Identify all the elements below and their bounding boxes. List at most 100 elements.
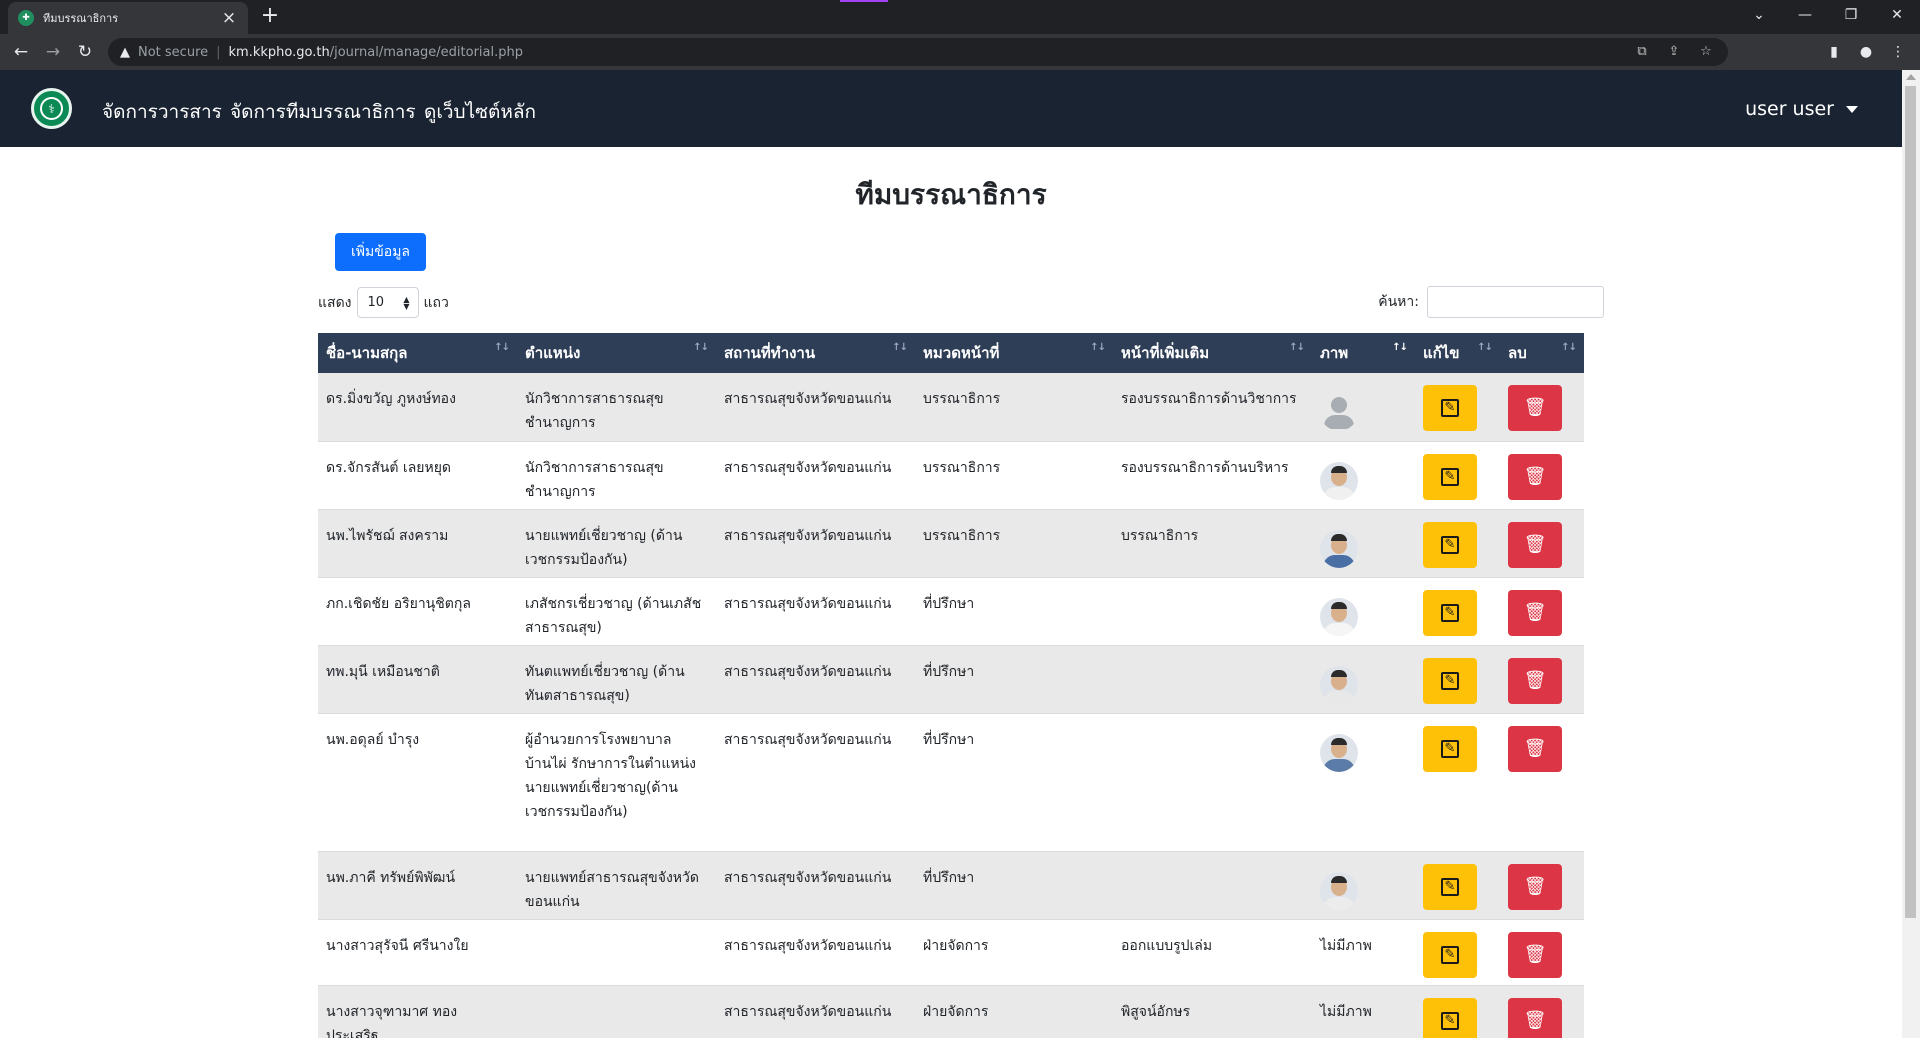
cell-workplace: สาธารณสุขจังหวัดขอนแก่น — [716, 373, 915, 442]
edit-button[interactable]: ✎ — [1423, 385, 1477, 431]
user-name: user user — [1745, 98, 1834, 120]
col-header-category[interactable]: หมวดหน้าที่ ↑↓ — [915, 333, 1113, 373]
edit-button[interactable]: ✎ — [1423, 589, 1477, 636]
add-data-button[interactable]: เพิ่มข้อมูล — [335, 233, 426, 271]
tab-close-icon[interactable]: × — [220, 9, 238, 27]
cell-category: บรรณาธิการ — [915, 441, 1113, 510]
cell-category: ฝ่ายจัดการ — [915, 919, 1113, 986]
edit-button[interactable]: ✎ — [1423, 453, 1477, 500]
sort-asc-icon: ↑↓ — [1392, 342, 1408, 353]
cell-workplace: สาธารณสุขจังหวัดขอนแก่น — [716, 985, 915, 1038]
cell-category: บรรณาธิการ — [915, 373, 1113, 442]
page-length-select[interactable]: 10 ▲ ▼ — [356, 287, 419, 318]
cell-extra: บรรณาธิการ — [1113, 509, 1312, 578]
cell-name: ดร.จักรสันต์ เลยหยุด — [318, 441, 517, 510]
user-dropdown[interactable]: user user — [1745, 98, 1858, 120]
edit-icon: ✎ — [1441, 467, 1459, 486]
cell-delete: 🗑 — [1500, 985, 1584, 1038]
edit-button[interactable]: ✎ — [1423, 863, 1477, 910]
cell-position: นายแพทย์สาธารณสุขจังหวัดขอนแก่น — [517, 851, 716, 920]
edit-button[interactable]: ✎ — [1423, 521, 1477, 568]
url-host: km.kkpho.go.th — [228, 44, 330, 60]
delete-button[interactable]: 🗑 — [1508, 453, 1562, 500]
menu-icon[interactable]: ⋮ — [1888, 42, 1908, 62]
col-header-image[interactable]: ภาพ ↑↓ — [1312, 333, 1415, 373]
delete-button[interactable]: 🗑 — [1508, 931, 1562, 978]
cell-category: บรรณาธิการ — [915, 509, 1113, 578]
edit-button[interactable]: ✎ — [1423, 657, 1477, 704]
nav-link-manage-journal[interactable]: จัดการวารสาร — [102, 97, 222, 127]
cell-workplace: สาธารณสุขจังหวัดขอนแก่น — [716, 577, 915, 646]
cell-name: ทพ.มุนี เหมือนชาติ — [318, 645, 517, 714]
trash-icon: 🗑 — [1523, 397, 1547, 418]
delete-button[interactable]: 🗑 — [1508, 863, 1562, 910]
delete-button[interactable]: 🗑 — [1508, 997, 1562, 1038]
translate-icon[interactable]: ⧉ — [1634, 44, 1650, 60]
cell-workplace: สาธารณสุขจังหวัดขอนแก่น — [716, 645, 915, 714]
delete-button[interactable]: 🗑 — [1508, 589, 1562, 636]
reload-icon[interactable]: ↻ — [72, 39, 98, 65]
page-title: ทีมบรรณาธิการ — [855, 178, 1047, 211]
page-length-control: แสดง 10 ▲ ▼ แถว — [318, 287, 449, 318]
col-header-extra[interactable]: หน้าที่เพิ่มเติม ↑↓ — [1113, 333, 1312, 373]
site-logo[interactable]: ⚕ — [31, 88, 72, 129]
search-label: ค้นหา: — [1378, 294, 1419, 310]
sidepanel-icon[interactable]: ▮ — [1824, 42, 1844, 62]
select-arrows-icon: ▲ ▼ — [403, 294, 410, 311]
edit-button[interactable]: ✎ — [1423, 931, 1477, 978]
cell-image: ไม่มีภาพ — [1312, 985, 1415, 1038]
col-header-position[interactable]: ตำแหน่ง ↑↓ — [517, 333, 716, 373]
avatar-photo — [1320, 529, 1358, 568]
nav-link-main-site[interactable]: ดูเว็บไซต์หลัก — [424, 97, 536, 127]
sort-icon: ↑↓ — [494, 342, 510, 353]
restore-icon[interactable]: ❐ — [1828, 0, 1874, 30]
cell-delete: 🗑 — [1500, 919, 1584, 986]
share-icon[interactable]: ⇪ — [1666, 44, 1682, 60]
cell-delete: 🗑 — [1500, 441, 1584, 510]
cell-category: ที่ปรึกษา — [915, 851, 1113, 920]
cell-image — [1312, 713, 1415, 852]
cell-position — [517, 919, 716, 986]
warning-icon[interactable]: ▲ — [120, 45, 130, 60]
delete-button[interactable]: 🗑 — [1508, 725, 1562, 772]
star-icon[interactable]: ☆ — [1698, 44, 1714, 60]
trash-icon: 🗑 — [1523, 533, 1547, 555]
new-tab-icon[interactable]: + — [258, 5, 282, 29]
scroll-up-icon[interactable] — [1906, 74, 1916, 80]
url-bar[interactable]: ▲ Not secure | km.kkpho.go.th /journal/m… — [108, 38, 1728, 66]
profile-icon[interactable]: ● — [1856, 42, 1876, 62]
avatar-photo — [1320, 665, 1358, 704]
scrollbar-thumb[interactable] — [1905, 86, 1916, 918]
search-input[interactable] — [1427, 286, 1604, 318]
forward-icon[interactable]: → — [40, 39, 66, 65]
minimize-icon[interactable]: — — [1782, 0, 1828, 30]
not-secure-label[interactable]: Not secure — [138, 45, 208, 60]
edit-button[interactable]: ✎ — [1423, 997, 1477, 1038]
close-window-icon[interactable]: ✕ — [1874, 0, 1920, 30]
nav-link-manage-editorial[interactable]: จัดการทีมบรรณาธิการ — [230, 97, 416, 127]
delete-button[interactable]: 🗑 — [1508, 385, 1562, 431]
col-header-name[interactable]: ชื่อ-นามสกุล ↑↓ — [318, 333, 517, 373]
delete-button[interactable]: 🗑 — [1508, 657, 1562, 704]
col-header-label: หมวดหน้าที่ — [923, 344, 1000, 362]
tab-search-icon[interactable]: ⌄ — [1736, 0, 1782, 30]
col-header-label: หน้าที่เพิ่มเติม — [1121, 344, 1210, 362]
cell-image — [1312, 373, 1415, 442]
delete-button[interactable]: 🗑 — [1508, 521, 1562, 568]
cell-name: นางสาวสุรัจนี ศรีนางใย — [318, 919, 517, 986]
back-icon[interactable]: ← — [8, 39, 34, 65]
favicon-icon: ✚ — [18, 10, 34, 26]
edit-icon: ✎ — [1441, 1011, 1459, 1030]
col-header-delete[interactable]: ลบ ↑↓ — [1500, 333, 1584, 373]
cell-name: นางสาวจุฑามาศ ทองประเสริฐ — [318, 985, 517, 1038]
table-row: ทพ.มุนี เหมือนชาติ ทันตแพทย์เชี่ยวชาญ (ด้… — [318, 645, 1584, 714]
edit-icon: ✎ — [1441, 603, 1459, 622]
col-header-workplace[interactable]: สถานที่ทำงาน ↑↓ — [716, 333, 915, 373]
cell-edit: ✎ — [1415, 985, 1500, 1038]
cell-workplace: สาธารณสุขจังหวัดขอนแก่น — [716, 919, 915, 986]
cell-delete: 🗑 — [1500, 851, 1584, 920]
trash-icon: 🗑 — [1523, 737, 1547, 759]
col-header-edit[interactable]: แก้ไข ↑↓ — [1415, 333, 1500, 373]
browser-tab[interactable]: ✚ ทีมบรรณาธิการ × — [8, 2, 248, 34]
edit-button[interactable]: ✎ — [1423, 725, 1477, 772]
